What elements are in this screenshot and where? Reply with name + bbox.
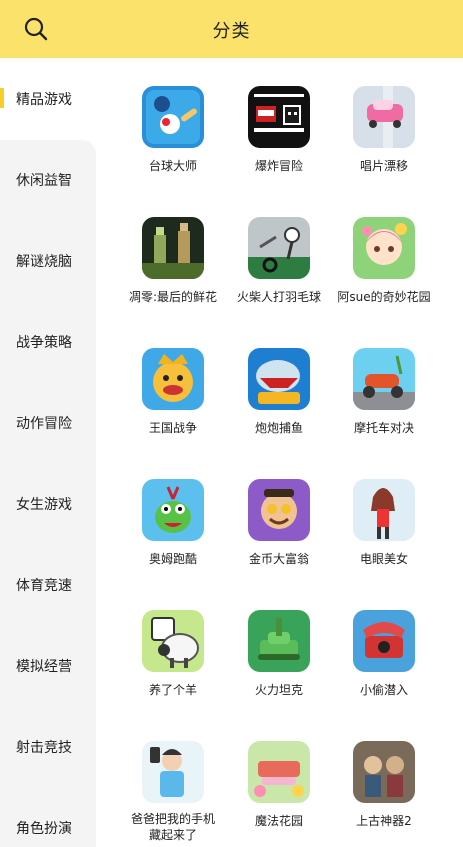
dad-phone-icon [142,741,204,803]
sidebar-category-label: 射击竞技 [16,740,72,756]
game-name: 小偷潜入 [359,683,408,697]
tank-icon [248,610,310,672]
flower-girl-icon [353,217,415,279]
king-face-icon [142,348,204,410]
game-name: 阿sue的奇妙花园 [337,290,431,304]
category-sidebar: 精品游戏休闲益智解谜烧脑战争策略动作冒险女生游戏体育竞速模拟经营射击竞技角色扮演 [0,58,96,847]
game-name: 爸爸把我的手机藏起来了 [130,812,215,842]
billiards-icon [142,86,204,148]
game-tile[interactable]: 奥姆跑酷 [121,451,225,571]
sidebar-category-3[interactable]: 解谜烧脑 [0,240,96,280]
game-tile[interactable]: 养了个羊 [121,582,225,702]
game-name: 奥姆跑酷 [148,552,197,566]
game-tile[interactable]: 王国战争 [121,320,225,440]
scooter-icon [353,348,415,410]
game-tile[interactable]: 魔法花园 [227,713,331,833]
pink-car-icon [353,86,415,148]
game-tile[interactable]: 上古神器2 [332,713,436,833]
sheep-icon [142,610,204,672]
girl-icon [353,479,415,541]
game-name: 金币大富翁 [248,552,309,566]
game-tile[interactable]: 台球大师 [121,58,225,178]
game-grid: 台球大师 爆炸冒险 唱片漂移凋零:最后的鲜花 火柴人打羽毛球 阿sue的奇妙花园王国战争… [96,58,463,847]
tnt-pixel-icon [248,86,310,148]
game-name: 唱片漂移 [359,159,408,173]
sidebar-category-5[interactable]: 动作冒险 [0,402,96,442]
game-name: 凋零:最后的鲜花 [128,290,218,304]
garden-bloom-icon [248,741,310,803]
shark-icon [248,348,310,410]
game-tile[interactable]: 爸爸把我的手机藏起来了 [121,713,225,842]
om-nom-icon [142,479,204,541]
sidebar-category-2[interactable]: 休闲益智 [0,159,96,199]
game-tile[interactable]: 摩托车对决 [332,320,436,440]
game-tile[interactable]: 炮炮捕鱼 [227,320,331,440]
sidebar-category-label: 战争策略 [16,335,72,351]
page-title: 分类 [212,21,251,42]
game-tile[interactable]: 凋零:最后的鲜花 [121,189,225,309]
sidebar-category-9[interactable]: 射击竞技 [0,726,96,766]
stickman-badminton-icon [248,217,310,279]
game-name: 火力坦克 [254,683,303,697]
game-name: 台球大师 [148,159,197,173]
top-bar: 分类 [0,0,463,58]
sidebar-category-label: 角色扮演 [16,821,72,837]
game-name: 电眼美女 [359,552,408,566]
game-name: 炮炮捕鱼 [254,421,303,435]
game-tile[interactable]: 爆炸冒险 [227,58,331,178]
sidebar-category-10[interactable]: 角色扮演 [0,807,96,847]
game-name: 养了个羊 [148,683,197,697]
game-tile[interactable]: 火柴人打羽毛球 [227,189,331,309]
game-name: 王国战争 [148,421,197,435]
sidebar-category-4[interactable]: 战争策略 [0,321,96,361]
rich-man-icon [248,479,310,541]
game-tile[interactable]: 小偷潜入 [332,582,436,702]
sidebar-category-1[interactable]: 精品游戏 [0,78,96,118]
game-name: 火柴人打羽毛球 [236,290,321,304]
ancient-artifact-icon [353,741,415,803]
sidebar-category-8[interactable]: 模拟经营 [0,645,96,685]
sidebar-category-6[interactable]: 女生游戏 [0,483,96,523]
game-name: 魔法花园 [254,814,303,828]
game-tile[interactable]: 金币大富翁 [227,451,331,571]
pixel-zombie-icon [142,217,204,279]
sidebar-category-label: 体育竞速 [16,578,72,594]
red-phone-icon [353,610,415,672]
sidebar-category-label: 精品游戏 [16,92,72,108]
game-tile[interactable]: 唱片漂移 [332,58,436,178]
game-tile[interactable]: 火力坦克 [227,582,331,702]
sidebar-category-label: 解谜烧脑 [16,254,72,270]
sidebar-category-label: 女生游戏 [16,497,72,513]
game-name: 上古神器2 [356,814,412,828]
game-name: 摩托车对决 [353,421,414,435]
sidebar-category-label: 休闲益智 [16,173,72,189]
sidebar-category-label: 动作冒险 [16,416,72,432]
game-name: 爆炸冒险 [254,159,303,173]
sidebar-category-7[interactable]: 体育竞速 [0,564,96,604]
sidebar-category-label: 模拟经营 [16,659,72,675]
game-tile[interactable]: 阿sue的奇妙花园 [332,189,436,309]
game-tile[interactable]: 电眼美女 [332,451,436,571]
